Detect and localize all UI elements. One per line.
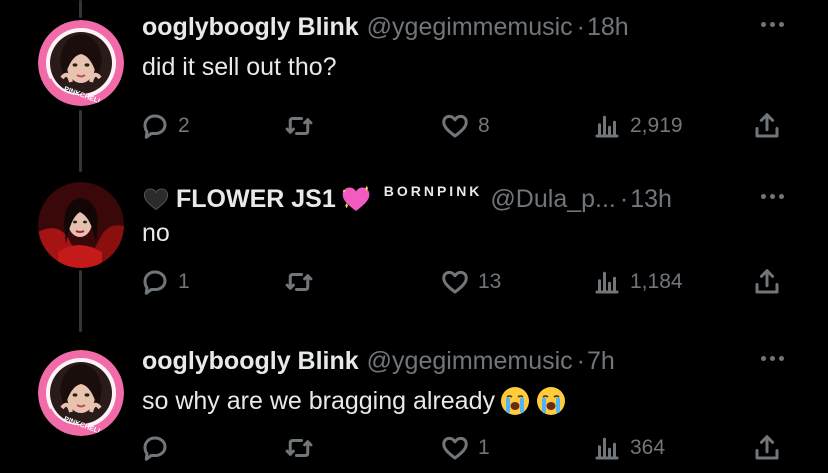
black-heart-icon	[142, 185, 170, 213]
share-button[interactable]	[752, 428, 782, 468]
bornpink-badge: BORNPINK	[383, 183, 483, 199]
retweet-icon	[285, 273, 313, 291]
like-count: 8	[478, 114, 490, 137]
reply-count: 2	[178, 114, 190, 137]
tweet-body: so why are we bragging already	[142, 384, 567, 418]
retweet-button[interactable]	[284, 106, 322, 146]
display-name[interactable]: FLOWER JS1	[176, 182, 336, 216]
share-button[interactable]	[752, 106, 782, 146]
timestamp[interactable]: 13h	[630, 182, 672, 216]
share-icon	[755, 113, 779, 138]
reply-button[interactable]: 2	[140, 106, 190, 146]
action-bar: 1 13 1,184	[0, 262, 828, 302]
action-bar: 1 364	[0, 428, 828, 468]
more-icon[interactable]	[761, 194, 784, 199]
loudly-crying-face-icon	[499, 385, 531, 417]
reply-icon	[143, 114, 167, 139]
views-button[interactable]: 364	[592, 428, 665, 468]
heart-icon	[442, 114, 468, 138]
share-icon	[755, 269, 779, 294]
separator: ·	[576, 347, 585, 375]
view-count: 2,919	[630, 114, 683, 137]
thread-line-top	[79, 0, 82, 18]
view-count: 364	[630, 436, 666, 459]
views-icon	[595, 437, 619, 460]
heart-icon	[442, 436, 468, 460]
tweet-header: ooglyboogly Blink @ygegimmemusic · 7h	[142, 344, 615, 378]
share-button[interactable]	[752, 262, 782, 302]
reply-button[interactable]	[140, 428, 178, 468]
more-icon[interactable]	[761, 356, 784, 361]
avatar[interactable]: PINKCHELLA	[38, 20, 124, 106]
display-name[interactable]: ooglyboogly Blink	[142, 344, 359, 378]
views-icon	[595, 115, 619, 138]
views-button[interactable]: 1,184	[592, 262, 683, 302]
tweet-text: no	[142, 219, 170, 247]
view-count: 1,184	[630, 270, 683, 293]
handle[interactable]: @Dula_p...	[490, 182, 615, 216]
like-count: 13	[478, 270, 502, 293]
handle[interactable]: @ygegimmemusic	[367, 344, 573, 378]
separator: ·	[619, 185, 629, 213]
action-bar: 2 8 2,919	[0, 106, 828, 146]
handle[interactable]: @ygegimmemusic	[367, 10, 573, 44]
reply-icon	[143, 436, 167, 461]
display-name[interactable]: ooglyboogly Blink	[142, 10, 359, 44]
like-button[interactable]: 8	[440, 106, 490, 146]
timestamp[interactable]: 18h	[587, 10, 629, 44]
reply-button[interactable]: 1	[140, 262, 190, 302]
more-icon[interactable]	[761, 22, 784, 27]
retweet-button[interactable]	[284, 428, 322, 468]
tweet-text: did it sell out tho?	[142, 53, 337, 81]
retweet-icon	[285, 117, 313, 135]
avatar[interactable]	[38, 182, 124, 268]
timestamp[interactable]: 7h	[587, 344, 615, 378]
like-button[interactable]: 1	[440, 428, 490, 468]
tweet-text: so why are we bragging already	[142, 387, 495, 415]
retweet-button[interactable]	[284, 262, 322, 302]
tweet-header: ooglyboogly Blink @ygegimmemusic · 18h	[142, 10, 629, 44]
heart-icon	[442, 270, 468, 294]
views-button[interactable]: 2,919	[592, 106, 683, 146]
like-button[interactable]: 13	[440, 262, 501, 302]
loudly-crying-face-icon	[535, 385, 567, 417]
avatar[interactable]: PINKCHELLA	[38, 350, 124, 436]
share-icon	[755, 435, 779, 460]
retweet-icon	[285, 439, 313, 457]
separator: ·	[576, 13, 585, 41]
tweet-header: FLOWER JS1 BORNPINK @Dula_p... · 13h	[142, 182, 672, 216]
reply-icon	[143, 270, 167, 295]
reply-count: 1	[178, 270, 190, 293]
views-icon	[595, 271, 619, 294]
like-count: 1	[478, 436, 490, 459]
sparkling-heart-icon	[340, 183, 372, 215]
